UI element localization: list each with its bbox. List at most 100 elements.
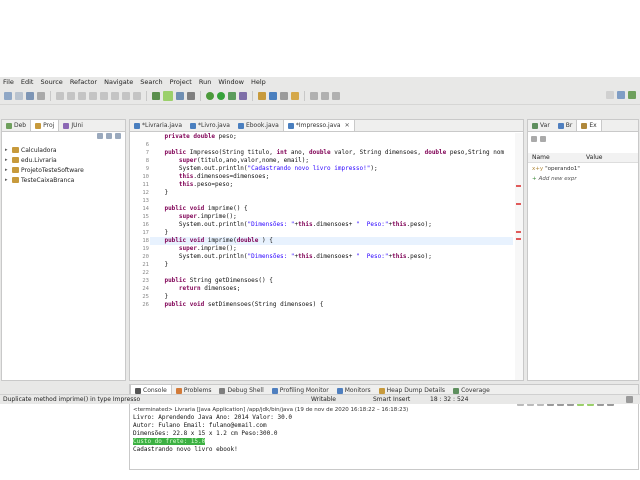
expression-row[interactable]: x+y "operando1" [532,166,580,172]
menu-project[interactable]: Project [170,78,192,86]
code-area[interactable]: private double peso; public Impresso(Str… [150,133,513,380]
code-line[interactable] [150,197,513,205]
tab-breakpoints[interactable]: Br [554,120,577,131]
tab-livraria-java[interactable]: *Livraria.java [130,120,186,131]
status-menu-icon[interactable] [626,396,633,403]
tree-item-edu-livraria[interactable]: ▸ edu.Livraria [5,155,84,165]
terminal-icon[interactable] [187,91,195,100]
menu-refactor[interactable]: Refactor [70,78,97,86]
open-icon[interactable] [15,91,23,100]
error-marker[interactable] [516,185,521,187]
error-marker[interactable] [516,231,521,233]
code-line[interactable]: super(titulo,ano,valor,nome, email); [150,157,513,165]
code-line[interactable] [150,141,513,149]
run-last-icon[interactable] [228,91,236,100]
code-line[interactable] [150,269,513,277]
menu-window[interactable]: Window [218,78,244,86]
highlight-icon[interactable] [163,90,173,101]
save-icon[interactable] [26,91,34,100]
coverage-icon[interactable] [176,91,184,100]
step-into-icon[interactable] [111,91,119,100]
overview-ruler[interactable] [515,133,523,380]
error-marker[interactable] [516,203,521,205]
tree-item-projetotestesoftware[interactable]: ▸ ProjetoTesteSoftware [5,165,84,175]
menu-file[interactable]: File [3,78,14,86]
code-line[interactable]: } [150,189,513,197]
code-line[interactable]: System.out.println("Cadastrando novo liv… [150,165,513,173]
error-marker[interactable] [516,238,521,240]
new-icon[interactable] [4,91,12,100]
external-tools-icon[interactable] [239,91,247,100]
code-line[interactable]: public void imprime() { [150,205,513,213]
menu-run[interactable]: Run [199,78,211,86]
collapse-all-icon[interactable] [97,133,103,139]
expand-arrow-icon[interactable]: ▸ [5,147,10,153]
new-class-icon[interactable] [269,91,277,100]
code-line[interactable]: this.peso=peso; [150,181,513,189]
suspend-icon[interactable] [78,91,86,100]
collapse-icon[interactable] [540,136,546,142]
quick-access-icon[interactable] [606,91,614,99]
code-line[interactable]: } [150,293,513,301]
step-over-icon[interactable] [122,91,130,100]
tree-item-calculadora[interactable]: ▸ Calculadora [5,145,84,155]
back-icon[interactable] [321,91,329,100]
tree-item-testecaixabranca[interactable]: ▸ TesteCaixaBranca [5,175,84,185]
code-line[interactable]: super.imprime(); [150,213,513,221]
tab-variables[interactable]: Var [528,120,554,131]
perspective-debug-icon[interactable] [628,91,636,99]
disconnect-icon[interactable] [100,91,108,100]
expand-arrow-icon[interactable]: ▸ [5,157,10,163]
code-line[interactable]: public void imprime(double ) { [150,237,513,245]
menu-help[interactable]: Help [251,78,266,86]
step-return-icon[interactable] [133,91,141,100]
line-number: 18 [142,238,149,244]
expand-arrow-icon[interactable]: ▸ [5,167,10,173]
add-expression-row[interactable]: + Add new expr [532,176,577,182]
debug-icon[interactable] [206,91,214,100]
code-line[interactable]: private double peso; [150,133,513,141]
column-name-header[interactable]: Name [532,154,550,161]
expand-arrow-icon[interactable]: ▸ [5,177,10,183]
code-line[interactable]: public Impresso(String titulo, int ano, … [150,149,513,157]
code-line[interactable]: this.dimensoes=dimensoes; [150,173,513,181]
line-number-gutter: 6 7 8 9 10 11 12 13 14 15 16 17 18 19 20 21 22 23 24 25 26 [130,133,150,380]
perspective-java-icon[interactable] [617,91,625,99]
open-type-icon[interactable] [280,91,288,100]
save-all-icon[interactable] [37,91,45,100]
code-line[interactable]: super.imprime(); [150,245,513,253]
annotation-icon[interactable] [310,91,318,100]
resume-icon[interactable] [67,91,75,100]
tab-project-explorer[interactable]: Proj [30,119,60,131]
tab-impresso-java[interactable]: *Impresso.java ✕ [282,119,355,131]
code-line[interactable]: System.out.println("Dimensões: "+this.di… [150,253,513,261]
close-icon[interactable]: ✕ [345,122,350,129]
new-package-icon[interactable] [258,91,266,100]
menu-edit[interactable]: Edit [21,78,34,86]
code-line[interactable]: return dimensoes; [150,285,513,293]
java-perspective-icon[interactable] [152,91,160,100]
expand-icon[interactable] [531,136,537,142]
forward-icon[interactable] [332,91,340,100]
skip-icon[interactable] [56,91,64,100]
search-icon[interactable] [291,91,299,100]
tab-debug[interactable]: Deb [2,120,30,131]
tab-junit[interactable]: JUni [59,120,87,131]
link-editor-icon[interactable] [106,133,112,139]
code-line[interactable]: } [150,261,513,269]
menu-search[interactable]: Search [140,78,162,86]
code-line[interactable]: } [150,229,513,237]
menu-navigate[interactable]: Navigate [104,78,133,86]
column-value-header[interactable]: Value [586,154,602,161]
tab-expressions[interactable]: Ex [576,119,602,131]
stop-icon[interactable] [89,91,97,100]
code-line[interactable]: public void setDimensoes(String dimensoe… [150,301,513,309]
run-icon[interactable] [217,91,225,100]
code-line[interactable]: System.out.println("Dimensões: "+this.di… [150,221,513,229]
menu-source[interactable]: Source [40,78,62,86]
tab-ebook-java[interactable]: Ebook.java [234,120,283,131]
console-output[interactable]: <terminated> Livraria [Java Application]… [133,406,408,454]
code-line[interactable]: public String getDimensoes() { [150,277,513,285]
view-menu-icon[interactable] [115,133,121,139]
tab-livro-java[interactable]: *Livro.java [186,120,234,131]
